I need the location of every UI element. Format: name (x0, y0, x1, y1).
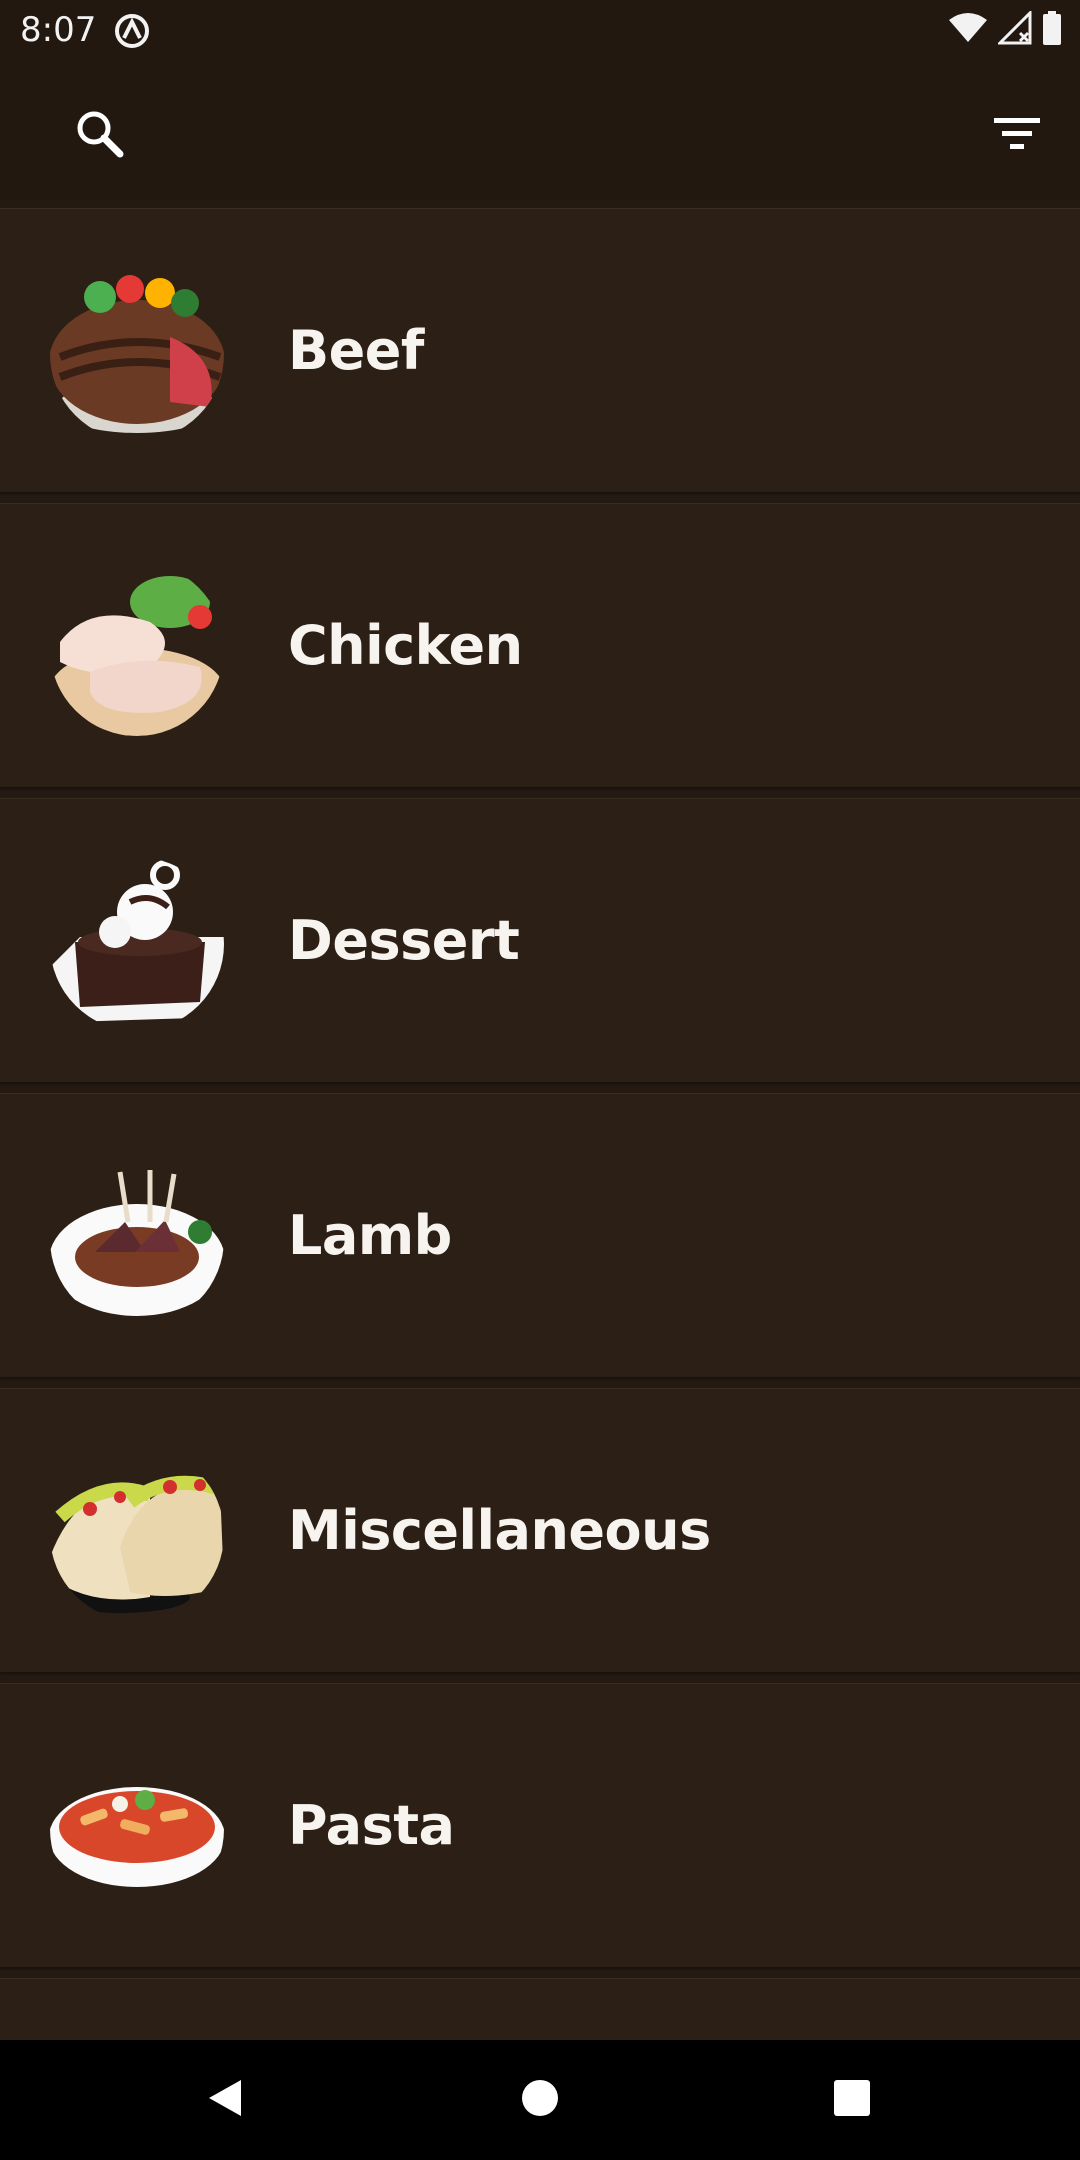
list-item-partial[interactable] (0, 1978, 1080, 2040)
activity-icon (113, 12, 151, 50)
filter-icon (986, 118, 1050, 170)
search-button[interactable] (68, 102, 132, 166)
list-item-lamb[interactable]: Lamb (0, 1093, 1080, 1377)
battery-icon (1042, 10, 1062, 51)
filter-button[interactable] (986, 102, 1050, 166)
signal-icon (996, 8, 1032, 50)
list-item-pasta[interactable]: Pasta (0, 1683, 1080, 1967)
list-item-miscellaneous[interactable]: Miscellaneous (0, 1388, 1080, 1672)
back-button[interactable] (191, 2066, 259, 2134)
category-label: Pasta (288, 1794, 455, 1857)
chicken-legs-image (50, 562, 224, 736)
recents-button[interactable] (818, 2066, 886, 2134)
tacos-image (50, 1447, 224, 1621)
status-bar: 8:07 (0, 0, 1080, 60)
status-icons (948, 8, 1062, 51)
category-list[interactable]: Beef Chicken Dessert Lamb Miscellaneous … (0, 200, 1080, 2040)
pasta-dish-image (50, 1742, 224, 1916)
list-item-chicken[interactable]: Chicken (0, 503, 1080, 787)
home-icon (518, 2076, 562, 2125)
recents-icon (830, 2076, 874, 2125)
list-item-dessert[interactable]: Dessert (0, 798, 1080, 1082)
category-label: Beef (288, 319, 424, 382)
category-label: Dessert (288, 909, 520, 972)
search-icon (68, 111, 132, 170)
status-time: 8:07 (20, 10, 97, 50)
home-button[interactable] (506, 2066, 574, 2134)
back-icon (203, 2076, 247, 2125)
list-item-beef[interactable]: Beef (0, 208, 1080, 492)
category-label: Miscellaneous (288, 1499, 711, 1562)
navigation-bar (0, 2040, 1080, 2160)
app-bar (0, 60, 1080, 200)
beef-steak-image (50, 267, 224, 441)
wifi-icon (948, 12, 988, 49)
chocolate-cake-image (50, 857, 224, 1031)
category-label: Chicken (288, 614, 523, 677)
category-label: Lamb (288, 1204, 452, 1267)
lamb-chops-image (50, 1152, 224, 1326)
